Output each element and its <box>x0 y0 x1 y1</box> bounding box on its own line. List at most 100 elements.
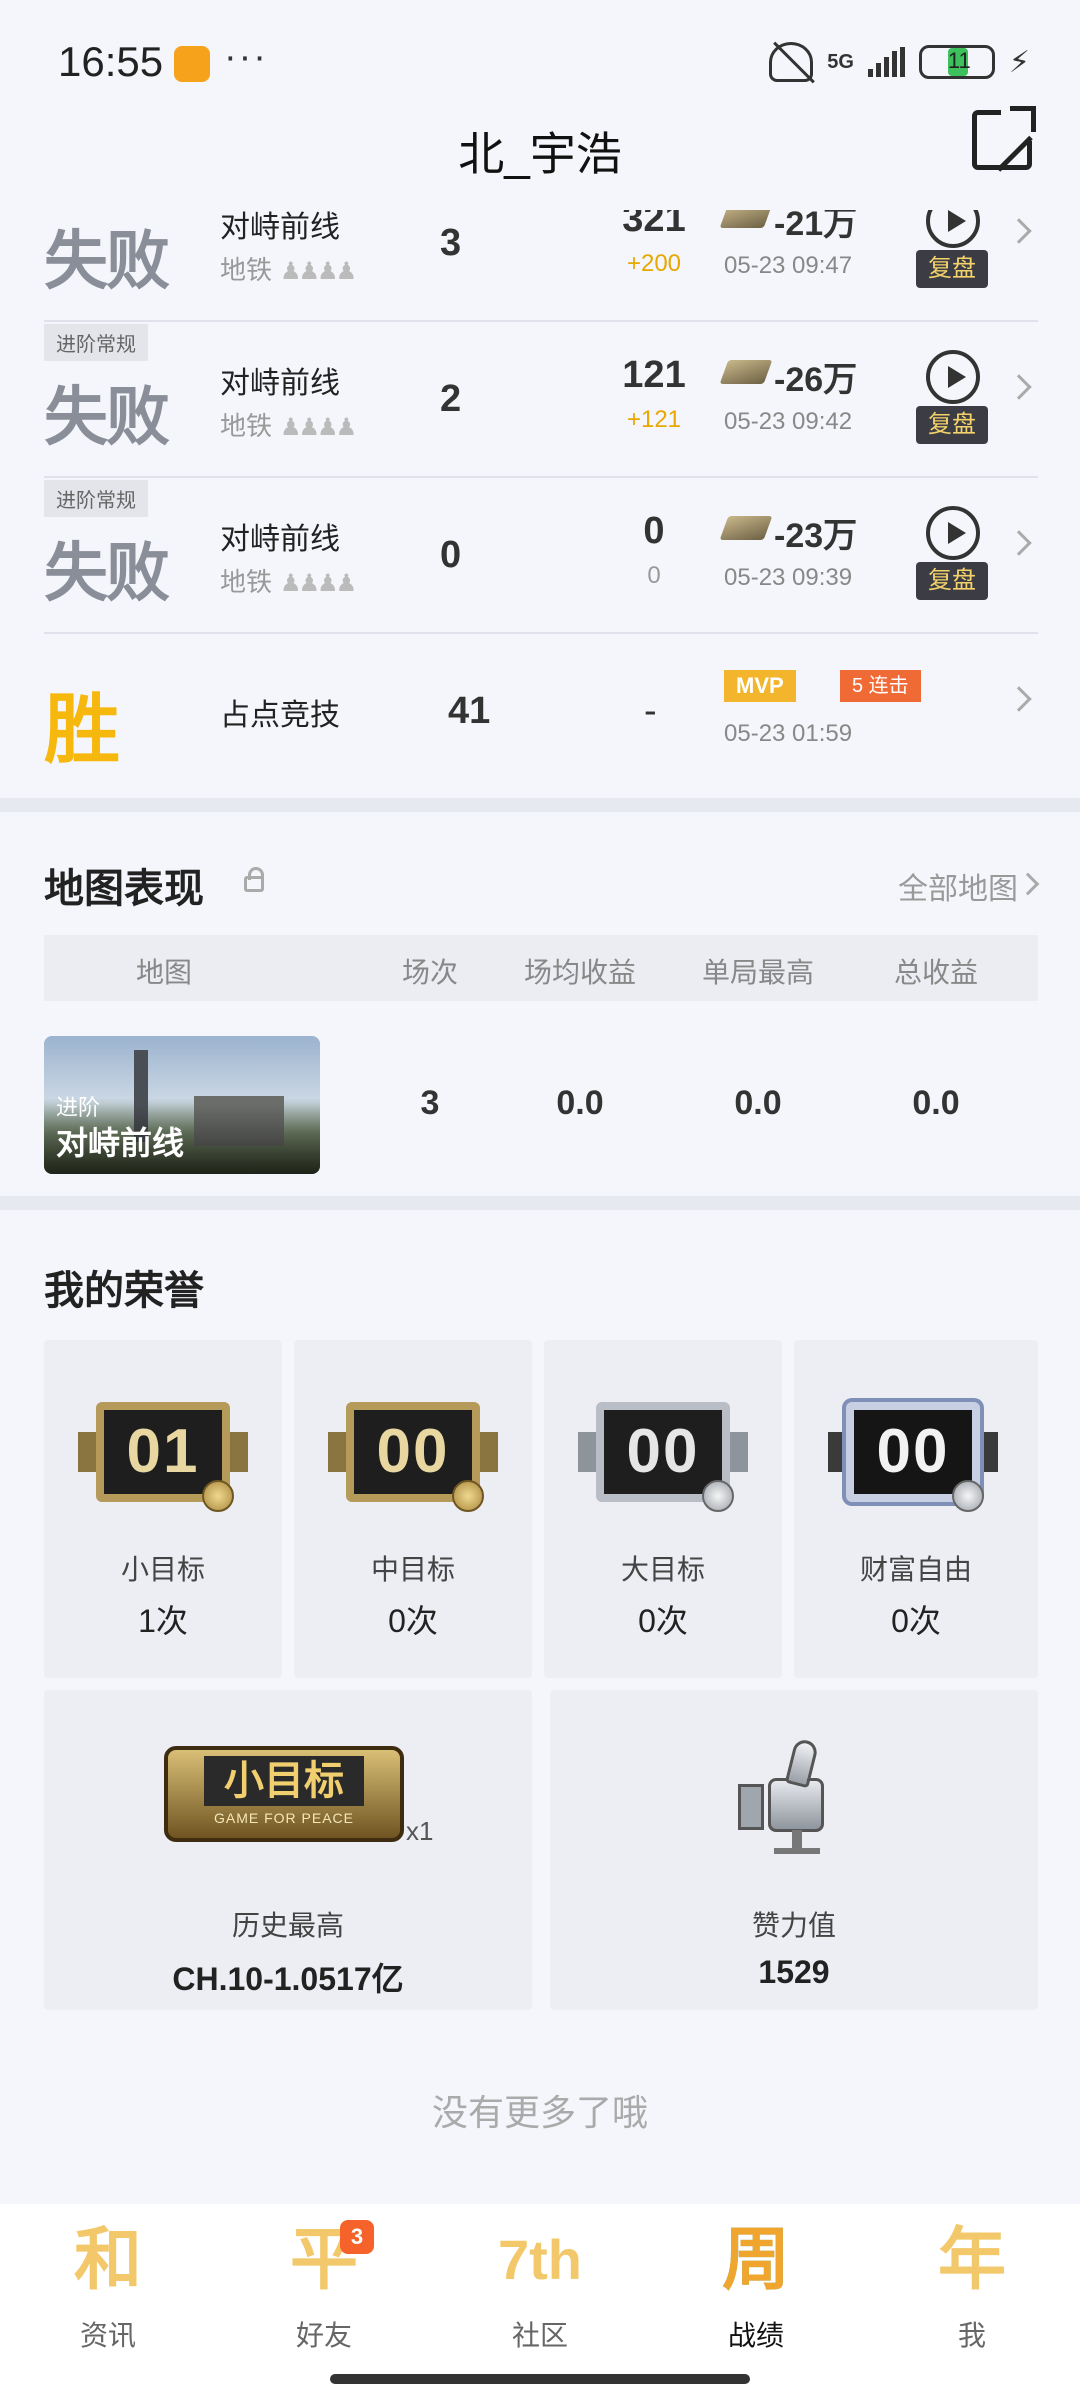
signal-icon <box>867 47 905 77</box>
community-icon: 7th <box>498 2228 582 2291</box>
honor-card-small-goal[interactable]: 01 小目标 1次 <box>44 1340 282 1678</box>
match-money: -21万 <box>774 210 858 243</box>
likes-label: 赞力值 <box>751 1910 836 1941</box>
column-header: 场次 <box>401 957 458 988</box>
match-time: 05-23 09:39 <box>724 564 853 591</box>
nav-news[interactable]: 和 资讯 <box>0 2218 216 2368</box>
likes-value: 1529 <box>758 1954 830 1990</box>
records-icon: 周 <box>721 2222 790 2298</box>
match-kills: 3 <box>440 222 462 264</box>
map-thumbnail[interactable]: 进阶 对峙前线 <box>44 1036 320 1174</box>
multiplier: x1 <box>406 1816 434 1846</box>
status-icons: 5G 11 ⚡ <box>769 42 1030 82</box>
coin-icon <box>702 1480 734 1512</box>
nav-label: 社区 <box>511 2320 568 2351</box>
all-maps-link[interactable]: 全部地图 <box>898 864 1018 908</box>
honor-count: 0次 <box>638 1603 688 1639</box>
replay-icon <box>926 210 980 248</box>
match-score: 121 <box>622 354 686 396</box>
chevron-right-icon[interactable] <box>1006 374 1032 400</box>
match-result: 失败 <box>44 537 170 609</box>
match-row[interactable]: 胜 占点竞技 41 - MVP 5 连击 05-23 01:59 <box>44 634 1038 790</box>
coin-icon <box>452 1480 484 1512</box>
mute-bell-icon <box>769 42 814 82</box>
chevron-right-icon[interactable] <box>1006 218 1032 244</box>
section-divider <box>0 798 1080 812</box>
friends-icon: 平 <box>289 2222 358 2298</box>
match-kills: 0 <box>440 534 462 576</box>
honor-label: 大目标 <box>620 1554 705 1585</box>
notification-app-icon <box>174 46 210 82</box>
lock-icon <box>244 867 264 892</box>
nav-friends[interactable]: 平 3 好友 <box>216 2218 432 2368</box>
match-score: 321 <box>622 210 686 240</box>
replay-button[interactable]: 复盘 <box>916 350 988 450</box>
end-of-list-text: 没有更多了哦 <box>431 2092 648 2133</box>
replay-button[interactable]: 复盘 <box>916 506 988 606</box>
match-row[interactable]: 进阶常规 失败 对峙前线 地铁 ♟♟♟♟ 2 121 +121 -26万 05-2… <box>44 322 1038 478</box>
map-games: 3 <box>420 1084 440 1122</box>
coin-icon <box>952 1480 984 1512</box>
squad-icon: ♟♟♟♟ <box>280 258 357 285</box>
history-best-label: 历史最高 <box>231 1910 344 1941</box>
honor-card-big-goal[interactable]: 00 大目标 0次 <box>544 1340 782 1678</box>
match-time: 05-23 09:42 <box>724 408 853 435</box>
mvp-badge: MVP <box>724 670 796 702</box>
replay-icon <box>926 506 980 560</box>
honor-card-medium-goal[interactable]: 00 中目标 0次 <box>294 1340 532 1678</box>
honors-title: 我的荣誉 <box>44 1269 204 1313</box>
match-map: 地铁 ♟♟♟♟ <box>220 255 357 285</box>
chevron-right-icon[interactable] <box>1006 686 1032 712</box>
replay-button[interactable]: 复盘 <box>916 210 988 294</box>
nav-records[interactable]: 周 战绩 <box>648 2218 864 2368</box>
small-goal-badge-icon: 01 <box>78 1392 248 1512</box>
battery-icon: 11 <box>918 45 995 79</box>
thumbs-up-trophy-icon <box>738 1734 848 1854</box>
match-row[interactable]: 失败 对峙前线 地铁 ♟♟♟♟ 3 321 +200 -21万 05-23 09:… <box>44 210 1038 322</box>
home-indicator[interactable] <box>330 2374 750 2384</box>
news-icon: 和 <box>73 2222 142 2298</box>
replay-icon <box>926 350 980 404</box>
mode-tag: 进阶常规 <box>44 480 148 517</box>
column-header: 单局最高 <box>701 957 814 988</box>
financial-freedom-badge-icon: 00 <box>828 1392 998 1512</box>
match-time: 05-23 09:47 <box>724 252 853 279</box>
map-name: 对峙前线 <box>56 1125 185 1161</box>
status-time: 16:55 <box>58 38 164 85</box>
column-header: 总收益 <box>893 957 978 988</box>
honor-label: 财富自由 <box>859 1554 972 1585</box>
more-notifications-icon: ··· <box>224 36 268 78</box>
chevron-right-icon[interactable] <box>1016 872 1040 896</box>
cash-icon <box>719 360 773 384</box>
map-total-earnings: 0.0 <box>912 1084 960 1122</box>
notification-badge: 3 <box>340 2220 374 2254</box>
map-avg-earnings: 0.0 <box>556 1084 604 1122</box>
match-mode: 对峙前线 <box>220 211 340 244</box>
match-result: 失败 <box>44 381 170 453</box>
charging-icon: ⚡ <box>1008 45 1030 79</box>
title-bar: 北_宇浩 <box>0 106 1080 210</box>
match-score-delta: +200 <box>626 250 682 277</box>
match-kills: 2 <box>440 378 462 420</box>
honor-card-financial-freedom[interactable]: 00 财富自由 0次 <box>794 1340 1038 1678</box>
history-best-value: CH.10-1.0517亿 <box>172 1961 404 1997</box>
nav-me[interactable]: 年 我 <box>864 2218 1080 2368</box>
honor-label: 中目标 <box>370 1554 455 1585</box>
battery-level: 11 <box>947 48 971 73</box>
cash-icon <box>719 210 773 228</box>
network-type: 5G <box>827 51 854 73</box>
column-header: 场均收益 <box>523 957 636 988</box>
history-best-card[interactable]: 小目标 GAME FOR PEACE x1 历史最高 CH.10-1.0517亿 <box>44 1690 532 2010</box>
nav-label: 资讯 <box>79 2320 136 2351</box>
map-performance-title: 地图表现 <box>44 867 204 911</box>
cash-icon <box>719 516 773 540</box>
squad-icon: ♟♟♟♟ <box>280 570 357 597</box>
match-mode: 对峙前线 <box>220 523 340 556</box>
match-kills: 41 <box>448 690 491 732</box>
match-row[interactable]: 进阶常规 失败 对峙前线 地铁 ♟♟♟♟ 0 0 0 -23万 05-23 09:… <box>44 478 1038 634</box>
bottom-nav: 和 资讯 平 3 好友 7th 社区 周 战绩 年 我 <box>0 2204 1080 2400</box>
nav-community[interactable]: 7th 社区 <box>432 2218 648 2368</box>
likes-card[interactable]: 赞力值 1529 <box>550 1690 1038 2010</box>
match-list: 失败 对峙前线 地铁 ♟♟♟♟ 3 321 +200 -21万 05-23 09:… <box>0 210 1080 800</box>
chevron-right-icon[interactable] <box>1006 530 1032 556</box>
